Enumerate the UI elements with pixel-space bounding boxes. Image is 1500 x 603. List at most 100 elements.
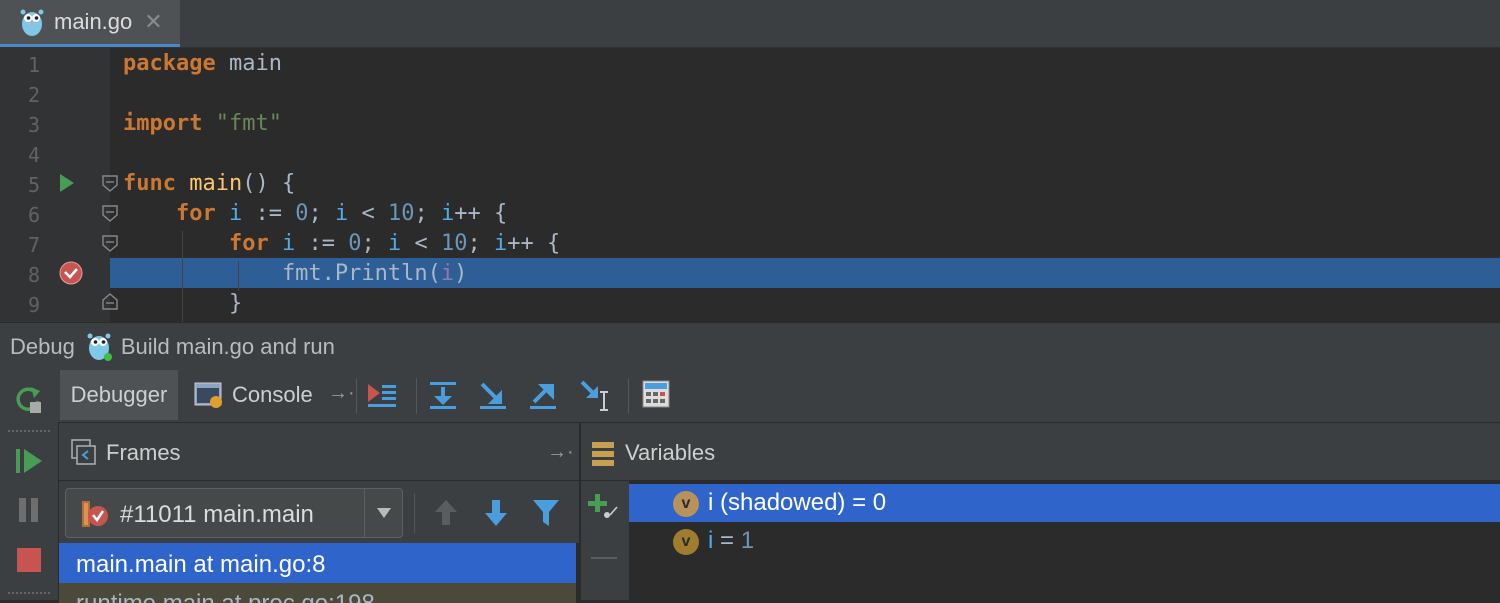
run-gutter-icon[interactable] <box>58 173 76 193</box>
line-number: 9 <box>27 293 40 317</box>
line-number: 4 <box>27 143 40 167</box>
line-number: 1 <box>27 53 40 77</box>
code-token: } <box>123 291 243 316</box>
thread-icon <box>82 501 108 527</box>
stop-icon[interactable] <box>16 547 42 573</box>
toolbar-separator <box>8 430 50 432</box>
evaluate-expression-icon[interactable] <box>642 380 670 408</box>
fold-end-icon[interactable] <box>102 292 118 310</box>
equals-sign: = <box>713 527 741 554</box>
frames-toolbar: #11011 main.main <box>59 481 579 543</box>
frame-list-item[interactable]: runtime.main at proc.go:198 <box>59 583 576 603</box>
code-line: func main() { <box>123 171 295 196</box>
code-token: i <box>334 201 349 226</box>
chevron-down-icon <box>377 508 391 518</box>
code-line: package main <box>123 51 282 76</box>
tab-main-go[interactable]: main.go ✕ <box>0 0 180 47</box>
rerun-icon[interactable] <box>14 385 44 415</box>
line-number: 2 <box>27 83 40 107</box>
step-into-icon[interactable] <box>478 380 508 410</box>
run-config-name[interactable]: Build main.go and run <box>121 334 335 360</box>
toolbar-separator <box>416 378 417 414</box>
step-over-icon[interactable] <box>428 380 458 410</box>
toolbar-separator <box>628 378 629 414</box>
thread-selector[interactable]: #11011 main.main <box>65 488 403 538</box>
frames-title: Frames <box>106 440 181 465</box>
pin-frames-icon[interactable]: →· <box>547 441 574 464</box>
code-token: i <box>493 231 508 256</box>
debugger-toolbar: Debugger Console →· <box>58 370 1500 423</box>
frame-list-item-selected[interactable]: main.main at main.go:8 <box>59 543 576 583</box>
code-token: 10 <box>440 231 468 256</box>
line-number: 3 <box>27 113 40 137</box>
fold-marker-icon[interactable] <box>102 175 118 193</box>
line-number: 5 <box>27 173 40 197</box>
remove-watch-icon[interactable] <box>591 557 617 559</box>
code-token: := <box>242 201 296 226</box>
debug-title: Debug <box>10 333 75 359</box>
code-token: for <box>175 201 216 226</box>
variables-side-toolbar <box>580 481 629 600</box>
line-number: 7 <box>27 233 40 257</box>
thread-label: #11011 main.main <box>120 501 314 528</box>
show-execution-point-icon[interactable] <box>366 380 398 410</box>
code-token: 0 <box>348 231 362 256</box>
filter-icon[interactable] <box>531 498 561 528</box>
toolbar-separator <box>414 493 415 533</box>
code-token: main <box>189 171 243 196</box>
code-token: ; <box>467 231 494 256</box>
tab-debugger[interactable]: Debugger <box>60 370 178 420</box>
variable-value: 1 <box>740 527 755 554</box>
variables-header: Variables <box>580 423 1500 481</box>
code-token: i <box>281 231 296 256</box>
code-token: < <box>401 231 441 256</box>
debug-left-toolbar <box>0 370 59 600</box>
toolbar-separator <box>356 378 357 414</box>
dropdown-arrow[interactable] <box>364 489 403 537</box>
code-token: ++ { <box>454 201 508 226</box>
equals-sign: = <box>845 489 873 516</box>
variable-text: i (shadowed) = 0 <box>708 489 886 517</box>
code-editor[interactable]: 1 2 3 4 5 6 7 8 9 package main import "fmt" func ma… <box>0 48 1500 322</box>
code-token: package <box>123 51 216 76</box>
variable-row[interactable]: v i = 1 <box>629 522 1500 560</box>
debug-tool-window-header: Debug Build main.go and run <box>0 322 1500 371</box>
code-token: i <box>440 261 455 286</box>
arrow-down-icon[interactable] <box>483 498 509 528</box>
variable-row-selected[interactable]: v i (shadowed) = 0 <box>629 484 1500 522</box>
variables-title: Variables <box>625 440 716 465</box>
frame-label: main.main at main.go:8 <box>76 551 326 578</box>
arrow-up-icon[interactable] <box>433 498 459 528</box>
breakpoint-icon[interactable] <box>58 260 84 286</box>
code-token: i <box>228 201 243 226</box>
code-token: "fmt" <box>215 111 282 136</box>
code-line: for i := 0; i < 10; i++ { <box>123 201 507 226</box>
variables-tree[interactable]: v i (shadowed) = 0 v i = 1 <box>629 481 1500 600</box>
tab-console-label: Console <box>232 382 313 407</box>
code-token: main <box>215 51 282 76</box>
fold-marker-icon[interactable] <box>102 235 118 253</box>
code-token: ; <box>414 201 441 226</box>
variable-name: i (shadowed) <box>708 489 846 516</box>
pause-icon[interactable] <box>16 496 42 524</box>
run-to-cursor-icon[interactable] <box>578 378 612 412</box>
code-line: } <box>123 291 242 316</box>
code-token: () { <box>242 171 296 196</box>
code-line: for i := 0; i < 10; i++ { <box>123 231 560 256</box>
code-token: i <box>440 201 455 226</box>
toolbar-separator <box>8 592 50 594</box>
step-out-icon[interactable] <box>528 380 558 410</box>
tab-label: main.go <box>54 9 133 34</box>
fold-marker-icon[interactable] <box>102 205 118 223</box>
frame-label: runtime.main at proc.go:198 <box>76 590 375 603</box>
code-token: i <box>387 231 402 256</box>
resume-icon[interactable] <box>14 446 44 476</box>
new-watch-icon[interactable] <box>587 493 619 523</box>
close-icon[interactable]: ✕ <box>144 9 162 35</box>
tab-console[interactable]: Console <box>194 370 313 420</box>
pin-tab-icon[interactable]: →· <box>328 382 355 405</box>
